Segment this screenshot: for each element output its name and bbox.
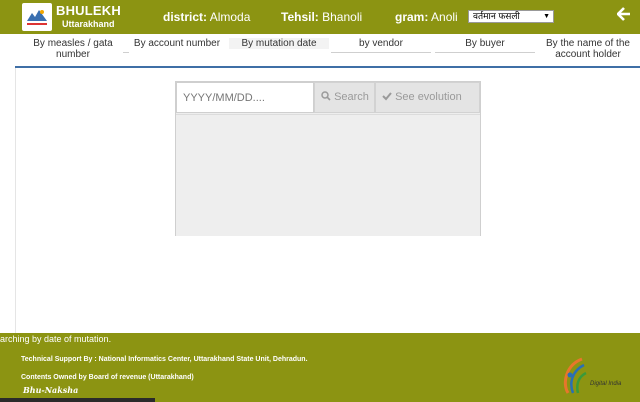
tehsil-info: Tehsil: Bhanoli <box>281 10 362 24</box>
tab-by-vendor[interactable]: by vendor <box>331 38 431 49</box>
tab-label: By the name of the account holder <box>546 38 630 60</box>
brand-title: BHULEKH <box>56 3 121 18</box>
gram-label: gram: <box>395 10 429 24</box>
tab-label: By measles / gata number <box>33 38 113 60</box>
district-info: district: Almoda <box>163 10 250 24</box>
mutation-date-input[interactable] <box>176 82 314 113</box>
tehsil-value: Bhanoli <box>322 10 363 24</box>
digital-india-logo <box>560 355 590 400</box>
search-button[interactable]: Search <box>314 82 375 113</box>
tab-label: by vendor <box>359 38 403 49</box>
tab-by-mutation-date[interactable]: By mutation date <box>229 38 329 49</box>
gram-info: gram: Anoli <box>395 10 458 24</box>
tab-label: By buyer <box>465 38 505 49</box>
results-area <box>176 114 480 236</box>
see-evolution-button[interactable]: See evolution <box>375 82 480 113</box>
digital-india-text: Digital India <box>590 381 622 387</box>
tab-divider <box>331 52 431 53</box>
gram-value: Anoli <box>431 10 458 24</box>
search-button-label: Search <box>334 91 369 103</box>
search-mode-tabs: By measles / gata number By account numb… <box>15 34 640 68</box>
tab-by-account-holder-name[interactable]: By the name of the account holder <box>538 38 638 60</box>
footer: arching by date of mutation. Technical S… <box>0 333 640 402</box>
see-evolution-label: See evolution <box>395 91 462 103</box>
district-value: Almoda <box>209 10 251 24</box>
tab-divider <box>435 52 535 53</box>
check-icon <box>382 91 395 103</box>
search-icon <box>321 91 334 103</box>
arrow-left-icon[interactable] <box>616 7 631 26</box>
search-bar: Search See evolution <box>176 82 480 113</box>
bhulekh-logo <box>22 3 52 31</box>
mutation-search-panel: Search See evolution <box>175 81 481 236</box>
crop-year-value: वर्तमान फसली <box>473 11 520 21</box>
tab-by-account-number[interactable]: By account number <box>125 38 229 49</box>
tab-label: By account number <box>133 38 221 49</box>
status-message: arching by date of mutation. <box>0 334 112 344</box>
left-strip <box>0 34 16 334</box>
bottom-bar <box>0 398 155 402</box>
tab-divider <box>123 52 129 53</box>
top-header: BHULEKH Uttarakhand district: Almoda Teh… <box>0 0 640 34</box>
district-label: district: <box>163 10 208 24</box>
tab-by-buyer[interactable]: By buyer <box>435 38 535 49</box>
tab-by-gata-number[interactable]: By measles / gata number <box>21 38 125 60</box>
brand: BHULEKH Uttarakhand <box>56 4 121 29</box>
crop-year-select[interactable]: वर्तमान फसली ▼ <box>468 10 554 23</box>
tehsil-label: Tehsil: <box>281 10 319 24</box>
brand-subtitle: Uttarakhand <box>62 19 115 29</box>
technical-support-text: Technical Support By : National Informat… <box>21 356 308 363</box>
bhunaksha-link[interactable]: Bhu-Naksha <box>23 385 78 395</box>
content-owner-text: Contents Owned by Board of revenue (Utta… <box>21 374 194 381</box>
chevron-down-icon: ▼ <box>543 13 550 20</box>
tab-label: By mutation date <box>241 38 317 49</box>
